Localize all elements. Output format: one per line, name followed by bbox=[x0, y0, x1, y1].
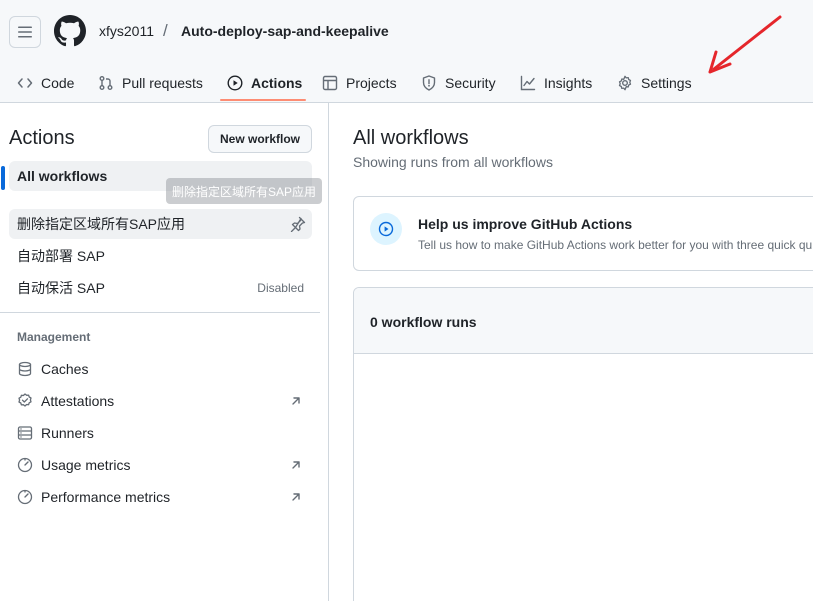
meter-icon bbox=[17, 489, 33, 505]
actions-sidebar: Actions New workflow All workflows 删除指定区… bbox=[0, 103, 329, 601]
pin-icon[interactable] bbox=[290, 216, 306, 232]
sidebar-item-runners[interactable]: Runners bbox=[9, 418, 312, 448]
arrow-up-right-icon bbox=[292, 461, 300, 469]
tab-settings-label: Settings bbox=[641, 74, 692, 91]
server-icon bbox=[17, 426, 33, 440]
sidebar-item-attestations[interactable]: Attestations bbox=[9, 386, 312, 416]
git-pull-request-icon bbox=[99, 75, 113, 90]
tab-code-label: Code bbox=[41, 74, 75, 91]
workflow-name-tooltip: 删除指定区域所有SAP应用 bbox=[166, 178, 323, 204]
tab-actions[interactable]: Actions bbox=[227, 62, 302, 103]
feedback-banner: Help us improve GitHub Actions Tell us h… bbox=[353, 196, 813, 271]
sidebar-item-label: Performance metrics bbox=[41, 489, 171, 505]
sidebar-item-performance-metrics[interactable]: Performance metrics bbox=[9, 482, 312, 512]
code-icon bbox=[17, 77, 33, 88]
shield-icon bbox=[422, 74, 436, 91]
sidebar-item-label: 自动部署 SAP bbox=[17, 248, 105, 264]
sidebar-item-label: All workflows bbox=[17, 168, 108, 184]
selected-item-marker bbox=[1, 166, 5, 190]
tab-code[interactable]: Code bbox=[17, 62, 74, 103]
tab-insights-label: Insights bbox=[544, 74, 593, 91]
hamburger-icon bbox=[18, 26, 32, 38]
tab-security-label: Security bbox=[445, 74, 496, 91]
feedback-title: Help us improve GitHub Actions bbox=[418, 216, 633, 232]
sidebar-item-label: Runners bbox=[41, 425, 94, 441]
sidebar-title: Actions bbox=[9, 127, 75, 149]
meter-icon bbox=[17, 457, 33, 473]
path-separator: / bbox=[163, 21, 168, 40]
tab-pull-requests[interactable]: Pull requests bbox=[98, 62, 203, 103]
github-logo-icon[interactable] bbox=[54, 15, 86, 47]
graph-icon bbox=[520, 75, 536, 90]
feedback-description: Tell us how to make GitHub Actions work … bbox=[418, 238, 813, 252]
arrow-up-right-icon bbox=[292, 493, 300, 501]
workflow-runs-header: 0 workflow runs bbox=[354, 288, 813, 354]
workflow-runs-panel: 0 workflow runs bbox=[353, 287, 813, 601]
annotation-arrow-icon bbox=[708, 15, 782, 74]
tab-projects-label: Projects bbox=[346, 74, 397, 91]
arrow-up-right-icon bbox=[292, 397, 300, 405]
tab-insights[interactable]: Insights bbox=[520, 62, 592, 103]
verified-icon bbox=[18, 393, 32, 407]
sidebar-item-label: 删除指定区域所有SAP应用 bbox=[17, 216, 186, 232]
sidebar-item-label: 自动保活 SAP bbox=[17, 280, 105, 296]
tab-projects[interactable]: Projects bbox=[322, 62, 397, 103]
repo-name-link[interactable]: Auto-deploy-sap-and-keepalive bbox=[181, 23, 389, 39]
sidebar-item-usage-metrics[interactable]: Usage metrics bbox=[9, 450, 312, 480]
tab-security[interactable]: Security bbox=[421, 62, 496, 103]
repo-nav-tabs: Code Pull requests Actions Projects Secu… bbox=[0, 62, 813, 103]
sidebar-item-label: Usage metrics bbox=[41, 457, 131, 473]
sidebar-item-workflow-delete-sap[interactable]: 删除指定区域所有SAP应用 bbox=[9, 209, 312, 239]
sidebar-item-label: Attestations bbox=[41, 393, 115, 409]
repo-header: xfys2011 / Auto-deploy-sap-and-keepalive… bbox=[0, 0, 813, 103]
management-heading: Management bbox=[17, 330, 91, 344]
sidebar-item-label: Caches bbox=[41, 361, 89, 377]
tab-settings[interactable]: Settings bbox=[617, 62, 692, 103]
page-title: All workflows bbox=[353, 127, 469, 149]
page-subtitle: Showing runs from all workflows bbox=[353, 154, 553, 170]
table-icon bbox=[322, 75, 338, 90]
new-workflow-button[interactable]: New workflow bbox=[208, 125, 312, 153]
tab-actions-label: Actions bbox=[251, 74, 303, 91]
tab-pull-requests-label: Pull requests bbox=[122, 74, 203, 91]
play-icon bbox=[227, 74, 243, 91]
database-icon bbox=[18, 361, 32, 377]
workflow-status-badge: Disabled bbox=[257, 281, 304, 295]
sidebar-item-caches[interactable]: Caches bbox=[9, 354, 312, 384]
sidebar-item-workflow-deploy-sap[interactable]: 自动部署 SAP bbox=[9, 241, 312, 271]
play-icon bbox=[370, 213, 402, 245]
workflow-runs-count: 0 workflow runs bbox=[370, 314, 477, 330]
repo-owner-link[interactable]: xfys2011 bbox=[99, 23, 154, 39]
active-tab-indicator bbox=[220, 99, 306, 101]
sidebar-item-workflow-keepalive-sap[interactable]: 自动保活 SAP Disabled bbox=[9, 273, 312, 303]
sidebar-divider bbox=[0, 312, 320, 313]
hamburger-menu-button[interactable] bbox=[9, 16, 41, 48]
gear-icon bbox=[618, 75, 632, 90]
